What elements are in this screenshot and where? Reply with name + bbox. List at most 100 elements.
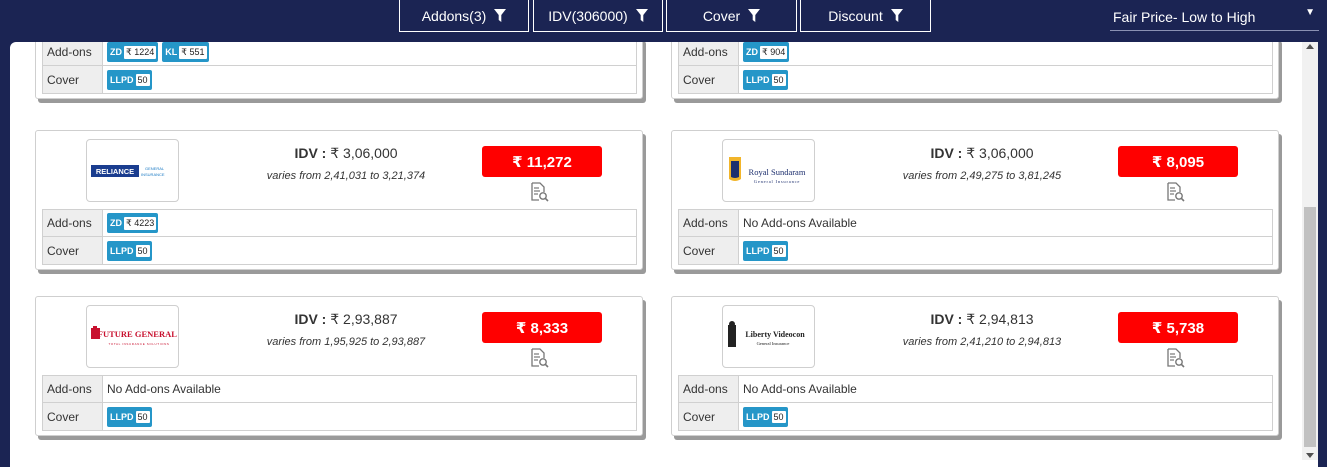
quote-info-table: Add-ons ZD ₹ 1224 KL ₹ 551 Cover LLPD 50: [42, 42, 637, 94]
discount-filter-button[interactable]: Discount: [800, 0, 931, 32]
addons-row: Add-ons ZD ₹ 1224 KL ₹ 551: [43, 42, 636, 66]
policy-document-icon[interactable]: [529, 182, 549, 202]
idv-label: IDV :: [294, 311, 327, 327]
tag-code: LLPD: [110, 245, 134, 256]
cover-row: Cover LLPD 50: [43, 237, 636, 264]
idv-amount: ₹ 3,06,000: [966, 145, 1034, 161]
idv-value: IDV : ₹ 3,06,000: [872, 145, 1092, 162]
filter-bar: Addons(3) IDV(306000) Cover Discount Fai…: [0, 0, 1327, 42]
quote-info-table: Add-ons No Add-ons Available Cover LLPD 5…: [42, 375, 637, 431]
addons-row-label: Add-ons: [43, 376, 103, 402]
addons-filter-button[interactable]: Addons(3): [399, 0, 529, 32]
cover-row: Cover LLPD 50: [679, 403, 1272, 430]
cover-tag-llpd[interactable]: LLPD 50: [743, 240, 788, 261]
buy-price-button[interactable]: ₹ 5,738: [1118, 312, 1238, 343]
quote-card-reliance: RELIANCE GENERAL INSURANCE IDV : ₹ 3,06,…: [35, 130, 643, 270]
policy-document-icon[interactable]: [1165, 348, 1185, 368]
buy-price-button[interactable]: ₹ 8,333: [482, 312, 602, 343]
policy-document-icon[interactable]: [1165, 182, 1185, 202]
royal-sundaram-logo: Royal Sundaram General Insurance: [722, 139, 815, 202]
addons-row-value: No Add-ons Available: [107, 382, 221, 396]
cover-tag-llpd[interactable]: LLPD 50: [107, 406, 152, 427]
sort-dropdown[interactable]: Fair Price- Low to High ▼: [1110, 4, 1319, 31]
cover-tag-llpd[interactable]: LLPD 50: [743, 69, 788, 90]
addons-row: Add-ons ZD ₹ 4223: [43, 210, 636, 237]
idv-range: varies from 2,49,275 to 3,81,245: [902, 170, 1062, 182]
reliance-general-insurance-logo: RELIANCE GENERAL INSURANCE: [86, 139, 179, 202]
tag-code: LLPD: [746, 411, 770, 422]
addons-row-value: No Add-ons Available: [743, 216, 857, 230]
cover-row-value: LLPD 50: [739, 403, 1272, 430]
scroll-down-arrow-icon[interactable]: [1306, 453, 1314, 458]
quotes-panel: Add-ons ZD ₹ 1224 KL ₹ 551 Cover LLPD 50 Ad…: [10, 42, 1318, 467]
buy-price-button[interactable]: ₹ 11,272: [482, 146, 602, 177]
filter-icon: [890, 9, 903, 22]
cover-filter-label: Cover: [702, 7, 741, 24]
addons-row-label: Add-ons: [679, 42, 739, 65]
idv-value: IDV : ₹ 3,06,000: [236, 145, 456, 162]
tag-code: LLPD: [746, 74, 770, 85]
vertical-scrollbar[interactable]: [1302, 42, 1318, 460]
tag-value: ₹ 551: [179, 45, 207, 59]
logo-text: FUTURE GENERALI: [97, 329, 176, 339]
svg-text:INSURANCE: INSURANCE: [141, 172, 165, 177]
liberty-videocon-logo: Liberty Videocon General Insurance: [722, 305, 815, 368]
tag-code: ZD: [746, 47, 758, 57]
quote-info-table: Add-ons ZD ₹ 904 Cover LLPD 50: [678, 42, 1273, 94]
tag-code: ZD: [110, 47, 122, 57]
addons-row: Add-ons No Add-ons Available: [43, 376, 636, 403]
future-generali-logo: FUTURE GENERALI TOTAL INSURANCE SOLUTION…: [86, 305, 179, 368]
filter-icon: [494, 9, 507, 22]
addons-row-value: ZD ₹ 1224 KL ₹ 551: [103, 42, 636, 65]
quote-card-partial: Add-ons ZD ₹ 904 Cover LLPD 50: [671, 42, 1279, 99]
buy-price-button[interactable]: ₹ 8,095: [1118, 146, 1238, 177]
addons-row-value: No Add-ons Available: [743, 382, 857, 396]
addon-tag-zd[interactable]: ZD ₹ 904: [743, 42, 790, 62]
idv-range: varies from 1,95,925 to 2,93,887: [266, 336, 426, 348]
addon-tag-zd[interactable]: ZD ₹ 4223: [107, 213, 159, 233]
idv-label: IDV :: [294, 145, 327, 161]
addons-row-label: Add-ons: [679, 376, 739, 402]
tag-value: ₹ 4223: [124, 216, 157, 230]
quote-info-table: Add-ons No Add-ons Available Cover LLPD 5…: [678, 375, 1273, 431]
idv-filter-button[interactable]: IDV(306000): [533, 0, 663, 32]
svg-text:GENERAL: GENERAL: [145, 166, 165, 171]
logo-subtext: General Insurance: [756, 341, 789, 346]
tag-code: LLPD: [110, 411, 134, 422]
policy-document-icon[interactable]: [529, 348, 549, 368]
idv-amount: ₹ 2,94,813: [966, 311, 1034, 327]
logo-text: Liberty Videocon: [745, 330, 805, 339]
quote-info-table: Add-ons ZD ₹ 4223 Cover LLPD 50: [42, 209, 637, 265]
cover-row: Cover LLPD 50: [43, 66, 636, 93]
cover-filter-button[interactable]: Cover: [666, 0, 797, 32]
tag-value: 50: [135, 244, 150, 257]
cover-row-label: Cover: [679, 237, 739, 264]
idv-amount: ₹ 3,06,000: [330, 145, 398, 161]
cover-row-label: Cover: [43, 237, 103, 264]
sort-selected-value: Fair Price- Low to High: [1113, 9, 1256, 25]
addons-row: Add-ons No Add-ons Available: [679, 210, 1272, 237]
cover-row: Cover LLPD 50: [679, 66, 1272, 93]
cover-tag-llpd[interactable]: LLPD 50: [107, 69, 152, 90]
quote-info-table: Add-ons No Add-ons Available Cover LLPD 5…: [678, 209, 1273, 265]
filter-icon: [635, 9, 648, 22]
cover-row-value: LLPD 50: [103, 66, 636, 93]
quote-card-royal-sundaram: Royal Sundaram General Insurance IDV : ₹…: [671, 130, 1279, 270]
addon-tag-kl[interactable]: KL ₹ 551: [162, 42, 209, 62]
cover-row-value: LLPD 50: [739, 66, 1272, 93]
addon-tag-zd[interactable]: ZD ₹ 1224: [107, 42, 159, 62]
idv-amount: ₹ 2,93,887: [330, 311, 398, 327]
cover-tag-llpd[interactable]: LLPD 50: [107, 240, 152, 261]
cover-row: Cover LLPD 50: [679, 237, 1272, 264]
addons-row-value: ZD ₹ 4223: [103, 210, 636, 236]
idv-value: IDV : ₹ 2,94,813: [872, 311, 1092, 328]
tag-value: 50: [771, 244, 786, 257]
cover-row-value: LLPD 50: [103, 237, 636, 264]
logo-subtext: TOTAL INSURANCE SOLUTIONS: [108, 342, 169, 346]
idv-label: IDV :: [930, 145, 963, 161]
quote-card-partial: Add-ons ZD ₹ 1224 KL ₹ 551 Cover LLPD 50: [35, 42, 643, 99]
cover-tag-llpd[interactable]: LLPD 50: [743, 406, 788, 427]
scroll-up-arrow-icon[interactable]: [1306, 44, 1314, 49]
scrollbar-thumb[interactable]: [1304, 207, 1316, 447]
addons-row-value: ZD ₹ 904: [739, 42, 1272, 65]
